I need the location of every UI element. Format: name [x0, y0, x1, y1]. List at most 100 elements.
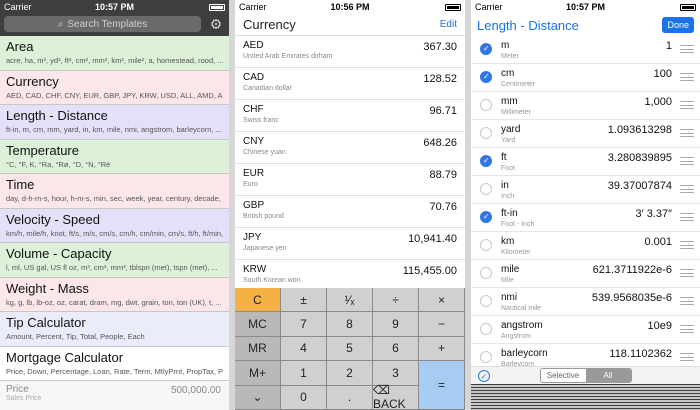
decimal-key[interactable]: .	[327, 385, 373, 410]
template-units: ft-in, m, cm, mm, yard, in, km, mile, nm…	[6, 125, 222, 134]
done-button[interactable]: Done	[662, 17, 694, 33]
drag-handle-icon[interactable]	[680, 157, 694, 165]
digit-key[interactable]: 1	[281, 361, 327, 386]
status-time: 10:57 PM	[565, 2, 606, 12]
unit-row[interactable]: cmCentimeter100	[471, 64, 700, 92]
digit-key[interactable]: 3	[373, 361, 419, 386]
template-item[interactable]: Temperature °C, °F, K, °Ra, °Rø, °D, °N, …	[0, 139, 229, 174]
drag-handle-icon[interactable]	[680, 297, 694, 305]
digit-key[interactable]: 7	[281, 312, 327, 337]
segment-selective[interactable]: Selective	[540, 369, 586, 382]
plus-key[interactable]: +	[419, 336, 465, 362]
unit-name: Angstrom	[501, 333, 531, 340]
digit-key[interactable]: 9	[373, 312, 419, 337]
unit-row[interactable]: ft-inFoot - Inch3′ 3.37″	[471, 204, 700, 232]
gear-icon[interactable]: ⚙	[207, 16, 225, 32]
currency-value: 96.71	[429, 105, 457, 117]
clear-key[interactable]: C	[235, 288, 281, 313]
digit-key[interactable]: 0	[281, 385, 327, 410]
unchecked-icon[interactable]	[480, 127, 492, 139]
drag-handle-icon[interactable]	[680, 73, 694, 81]
unit-name: Centimeter	[501, 81, 536, 88]
digit-key[interactable]: 5	[327, 336, 373, 362]
unchecked-icon[interactable]	[480, 323, 492, 335]
unit-name: Foot	[501, 165, 516, 172]
drag-handle-icon[interactable]	[680, 129, 694, 137]
currency-code: GBP	[243, 200, 265, 211]
drag-handle-icon[interactable]	[680, 185, 694, 193]
drag-handle-icon[interactable]	[680, 353, 694, 361]
unit-value: 1.093613298	[607, 124, 672, 136]
currency-row[interactable]: CAD Canadian dollar 128.52	[235, 68, 465, 100]
currency-row[interactable]: EUR Euro 88.79	[235, 164, 465, 196]
checked-icon[interactable]	[480, 155, 492, 167]
unchecked-icon[interactable]	[480, 183, 492, 195]
unit-row[interactable]: mMeter1	[471, 36, 700, 64]
currency-row[interactable]: AED United Arab Emirates dirham 367.30	[235, 36, 465, 68]
backspace-key[interactable]: ⌫ BACK	[373, 383, 419, 410]
unit-row[interactable]: nmi Nautical mile 539.9568035e-6	[471, 288, 700, 316]
template-title: Currency	[6, 73, 59, 89]
unchecked-icon[interactable]	[480, 295, 492, 307]
template-item[interactable]: Velocity - Speed km/h, mile/h, knot, ft/s…	[0, 208, 229, 243]
checked-icon[interactable]	[480, 43, 492, 55]
digit-key[interactable]: 8	[327, 312, 373, 337]
divide-key[interactable]: ÷	[373, 288, 419, 313]
plus-minus-key[interactable]: ±	[281, 288, 327, 313]
checked-icon[interactable]	[480, 71, 492, 83]
status-bar: Carrier 10:57 PM	[471, 0, 700, 14]
template-item[interactable]: Weight - Mass kg, g, lb, lb-oz, oz, carat…	[0, 277, 229, 312]
price-row[interactable]: Price Sales Price 500,000.00	[0, 381, 229, 410]
drag-handle-icon[interactable]	[680, 45, 694, 53]
currency-row[interactable]: GBP British pound 70.76	[235, 196, 465, 228]
template-item[interactable]: Volume - Capacity l, ml, US gal, US fl oz…	[0, 243, 229, 278]
unchecked-icon[interactable]	[480, 239, 492, 251]
currency-code: CHF	[243, 104, 264, 115]
unchecked-icon[interactable]	[480, 351, 492, 363]
currency-row[interactable]: JPY Japanese yen 10,941.40	[235, 228, 465, 260]
status-bar: Carrier 10:57 PM	[0, 0, 229, 14]
equals-key[interactable]: =	[419, 361, 465, 410]
minus-key[interactable]: −	[419, 312, 465, 337]
template-item[interactable]: Currency AED, CAD, CHF, CNY, EUR, GBP, JP…	[0, 70, 229, 105]
drag-handle-icon[interactable]	[680, 101, 694, 109]
edit-button[interactable]: Edit	[440, 19, 457, 30]
template-item[interactable]: Length - Distance ft-in, m, cm, mm, yard,…	[0, 105, 229, 140]
template-units: l, ml, US gal, US fl oz, m³, cm³, mm³, t…	[6, 263, 218, 272]
unchecked-icon[interactable]	[480, 99, 492, 111]
unit-row[interactable]: angstrom Angstrom 10e9	[471, 316, 700, 344]
checked-icon[interactable]	[480, 211, 492, 223]
unit-row[interactable]: mm Millimeter 1,000	[471, 92, 700, 120]
memory-clear-key[interactable]: MC	[235, 312, 281, 337]
select-all-check-icon[interactable]: ✓	[478, 370, 490, 382]
unit-row[interactable]: in Inch 39.37007874	[471, 176, 700, 204]
unit-row[interactable]: mile Mile 621.3711922e-6	[471, 260, 700, 288]
template-item[interactable]: Area acre, ha, m², yd², ft², cm², mm², km…	[0, 36, 229, 71]
memory-add-key[interactable]: M+	[235, 361, 281, 386]
segment-all[interactable]: All	[585, 369, 631, 382]
memory-recall-key[interactable]: MR	[235, 336, 281, 362]
currency-screen: Carrier 10:56 PM Currency Edit AED United…	[235, 0, 465, 410]
search-input[interactable]: ⌕ Search Templates	[4, 16, 201, 32]
template-item[interactable]: Mortgage Calculator Price, Down, Percenta…	[0, 346, 229, 381]
reciprocal-key[interactable]: ¹⁄ₓ	[327, 288, 373, 313]
drag-handle-icon[interactable]	[680, 269, 694, 277]
unit-row[interactable]: yard Yard 1.093613298	[471, 120, 700, 148]
currency-row[interactable]: CNY Chinese yuan 648.26	[235, 132, 465, 164]
digit-key[interactable]: 2	[327, 361, 373, 386]
template-item[interactable]: Time day, d-h-m-s, hour, h-m-s, min, sec,…	[0, 174, 229, 209]
battery-icon	[680, 3, 696, 11]
template-item[interactable]: Tip Calculator Amount, Percent, Tip, Tota…	[0, 312, 229, 347]
unit-row[interactable]: ftFoot3.280839895	[471, 148, 700, 176]
drag-handle-icon[interactable]	[680, 241, 694, 249]
drag-handle-icon[interactable]	[680, 325, 694, 333]
currency-row[interactable]: CHF Swiss franc 96.71	[235, 100, 465, 132]
digit-key[interactable]: 6	[373, 336, 419, 362]
unit-value: 621.3711922e-6	[592, 264, 672, 276]
digit-key[interactable]: 4	[281, 336, 327, 362]
collapse-key[interactable]: ⌄	[235, 385, 281, 410]
drag-handle-icon[interactable]	[680, 213, 694, 221]
multiply-key[interactable]: ×	[419, 288, 465, 313]
unit-row[interactable]: km Kilometer 0.001	[471, 232, 700, 260]
unchecked-icon[interactable]	[480, 267, 492, 279]
